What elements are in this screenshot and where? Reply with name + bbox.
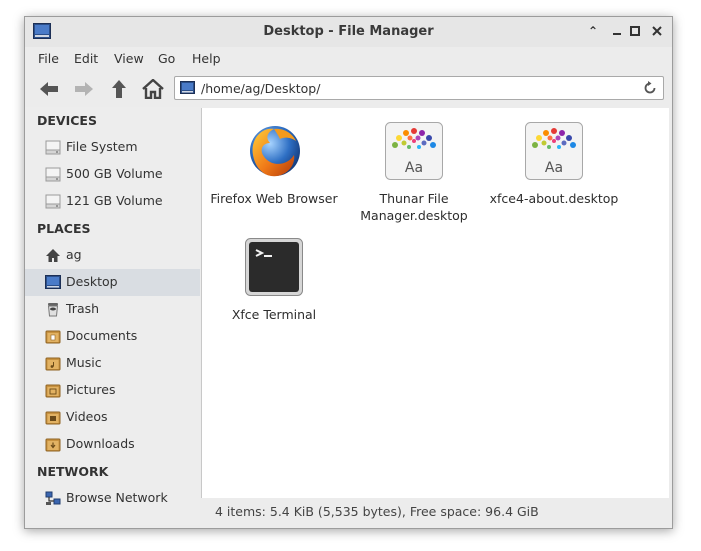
font-sample-text: Aa	[545, 160, 563, 176]
folder-documents-icon	[45, 330, 61, 344]
title-bar[interactable]: Desktop - File Manager ⌃	[25, 17, 672, 47]
sidebar-item-500gb-volume[interactable]: 500 GB Volume	[25, 161, 200, 188]
menu-edit[interactable]: Edit	[74, 51, 98, 66]
file-label: Firefox Web Browser	[210, 191, 338, 206]
folder-music-icon	[45, 357, 61, 371]
sidebar-header-network: NETWORK	[37, 464, 109, 479]
sidebar-item-label: Trash	[66, 301, 100, 316]
network-icon	[45, 491, 61, 505]
up-button[interactable]	[108, 79, 130, 99]
close-button[interactable]	[649, 23, 665, 39]
font-desktop-icon: Aa	[385, 122, 443, 180]
file-label: Xfce Terminal	[231, 307, 317, 322]
maximize-icon	[630, 26, 640, 36]
menu-bar: File Edit View Go Help	[25, 47, 672, 71]
trash-icon	[47, 303, 59, 317]
sidebar-item-label: Browse Network	[66, 490, 168, 505]
minimize-icon	[613, 33, 621, 35]
minimize-button[interactable]	[609, 23, 625, 39]
chevron-up-icon[interactable]: ⌃	[585, 23, 601, 39]
menu-help[interactable]: Help	[192, 51, 221, 66]
sidebar-item-pictures[interactable]: Pictures	[25, 377, 200, 404]
file-view[interactable]: Firefox Web Browser Aa Thunar File Manag…	[201, 108, 669, 498]
file-item-firefox[interactable]: Firefox Web Browser	[204, 121, 344, 207]
status-text: 4 items: 5.4 KiB (5,535 bytes), Free spa…	[215, 504, 539, 519]
arrow-up-icon	[112, 80, 126, 98]
sidebar-item-label: 500 GB Volume	[66, 166, 163, 181]
home-button[interactable]	[142, 79, 164, 99]
menu-view[interactable]: View	[114, 51, 144, 66]
arrow-left-icon	[40, 82, 58, 96]
window-title: Desktop - File Manager	[263, 24, 434, 39]
sidebar-item-trash[interactable]: Trash	[25, 296, 200, 323]
reload-icon[interactable]	[642, 80, 658, 96]
back-button[interactable]	[38, 79, 60, 99]
close-icon	[652, 26, 662, 36]
sidebar: DEVICES File System 500 GB Volume 121 GB…	[25, 107, 200, 525]
menu-file[interactable]: File	[38, 51, 59, 66]
location-bar[interactable]: /home/ag/Desktop/	[174, 76, 664, 100]
sidebar-item-label: Pictures	[66, 382, 116, 397]
location-path[interactable]: /home/ag/Desktop/	[201, 81, 320, 96]
sidebar-item-121gb-volume[interactable]: 121 GB Volume	[25, 188, 200, 215]
font-desktop-icon: Aa	[525, 122, 583, 180]
status-bar: 4 items: 5.4 KiB (5,535 bytes), Free spa…	[201, 499, 668, 523]
terminal-icon	[245, 238, 303, 296]
font-sample-text: Aa	[405, 160, 423, 176]
forward-button[interactable]	[73, 79, 95, 99]
sidebar-item-downloads[interactable]: Downloads	[25, 431, 200, 458]
sidebar-item-file-system[interactable]: File System	[25, 134, 200, 161]
file-label: xfce4-about.desktop	[489, 191, 619, 206]
sidebar-item-videos[interactable]: Videos	[25, 404, 200, 431]
folder-downloads-icon	[45, 438, 61, 452]
sidebar-item-label: Desktop	[66, 274, 118, 289]
sidebar-item-documents[interactable]: Documents	[25, 323, 200, 350]
sidebar-item-browse-network[interactable]: Browse Network	[25, 485, 200, 512]
home-icon	[46, 249, 60, 262]
drive-icon	[45, 194, 61, 209]
sidebar-item-desktop[interactable]: Desktop	[25, 269, 200, 296]
sidebar-item-label: Music	[66, 355, 102, 370]
folder-pictures-icon	[45, 384, 61, 398]
sidebar-item-label: Downloads	[66, 436, 135, 451]
sidebar-item-label: 121 GB Volume	[66, 193, 163, 208]
sidebar-item-music[interactable]: Music	[25, 350, 200, 377]
file-item-thunar-desktop[interactable]: Aa Thunar File Manager.desktop	[344, 121, 484, 224]
drive-icon	[45, 140, 61, 155]
home-icon	[142, 79, 164, 99]
sidebar-item-label: ag	[66, 247, 82, 262]
sidebar-header-places: PLACES	[37, 221, 91, 236]
sidebar-item-ag[interactable]: ag	[25, 242, 200, 269]
desktop-icon	[180, 81, 195, 94]
file-manager-window: Desktop - File Manager ⌃ File Edit View …	[24, 16, 673, 529]
menu-go[interactable]: Go	[158, 51, 175, 66]
drive-icon	[45, 167, 61, 182]
folder-videos-icon	[45, 411, 61, 425]
sidebar-header-devices: DEVICES	[37, 113, 97, 128]
desktop-icon	[45, 275, 61, 289]
sidebar-item-label: Documents	[66, 328, 138, 343]
arrow-right-icon	[75, 82, 93, 96]
maximize-button[interactable]	[627, 23, 643, 39]
sidebar-item-label: Videos	[66, 409, 108, 424]
file-label: Thunar File Manager.desktop	[360, 191, 468, 223]
sidebar-item-label: File System	[66, 139, 138, 154]
file-item-xfce4-about[interactable]: Aa xfce4-about.desktop	[484, 121, 624, 207]
firefox-icon	[250, 126, 300, 177]
file-item-xfce-terminal[interactable]: Xfce Terminal	[204, 237, 344, 323]
